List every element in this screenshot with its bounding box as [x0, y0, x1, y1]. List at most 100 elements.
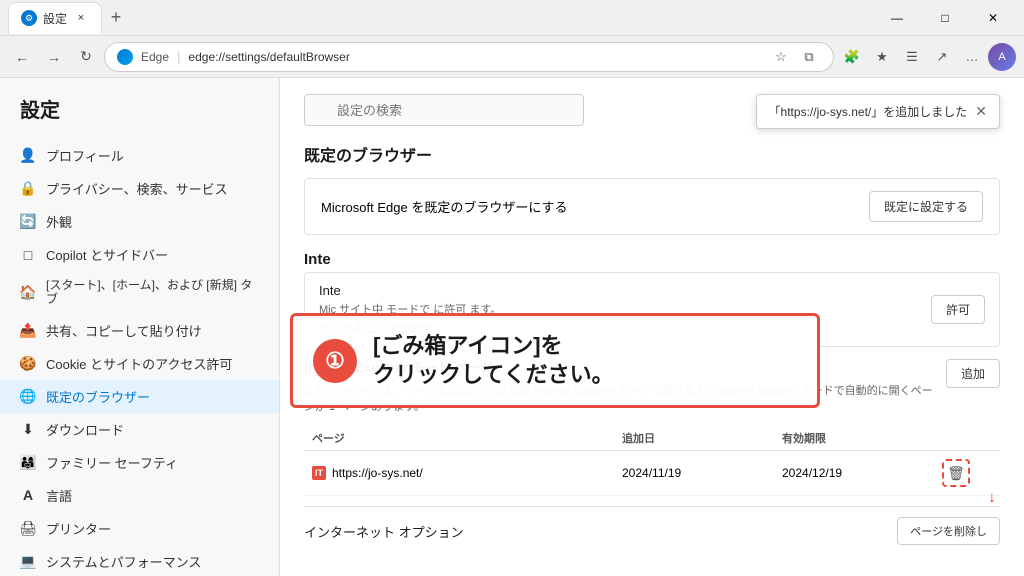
- sidebar-label-language: 言語: [46, 486, 72, 505]
- language-icon: A: [20, 487, 36, 503]
- start-icon: 🏠: [20, 284, 36, 300]
- sidebar-label-share: 共有、コピーして貼り付け: [46, 321, 202, 340]
- system-icon: 💻: [20, 553, 36, 569]
- sidebar-item-profile[interactable]: 👤 プロフィール: [0, 139, 279, 172]
- active-tab[interactable]: ⚙ 設定 ×: [8, 2, 102, 34]
- sidebar-item-privacy[interactable]: 🔒 プライバシー、検索、サービス: [0, 172, 279, 205]
- col-added: 追加日: [622, 430, 782, 446]
- cookies-icon: 🍪: [20, 355, 36, 371]
- ie-section-header: Inte: [304, 251, 1000, 268]
- sidebar-item-downloads[interactable]: ⬇ ダウンロード: [0, 413, 279, 446]
- main-layout: 設定 👤 プロフィール 🔒 プライバシー、検索、サービス 🔄 外観 □ Copi…: [0, 78, 1024, 576]
- tab-list: ⚙ 設定 × +: [8, 2, 874, 34]
- forward-button[interactable]: →: [40, 43, 68, 71]
- default-browser-card: Microsoft Edge を既定のブラウザーにする 既定に設定する: [304, 178, 1000, 235]
- delete-page-button[interactable]: 🗑: [942, 459, 970, 487]
- more-tools-icon[interactable]: …: [958, 43, 986, 71]
- default-browser-icon: 🌐: [20, 388, 36, 404]
- content-inner: 🔍 「https://jo-sys.net/」を追加しました ✕ 既定のブラウザ…: [280, 78, 1024, 571]
- sidebar-label-privacy: プライバシー、検索、サービス: [46, 179, 228, 198]
- split-screen-icon[interactable]: ⧉: [797, 45, 821, 69]
- toolbar-buttons: 🧩 ★ ☰ ↗ … A: [838, 43, 1016, 71]
- ie-mode-section: Inte Inte Mic サイト中 モードで に許可 ます。 また 込むことを…: [304, 251, 1000, 555]
- ie-page-desc: これらのページは、ページ追加日から 30 日間 Internet Explore…: [304, 382, 934, 414]
- address-text: edge://settings/defaultBrowser: [188, 50, 349, 64]
- ie-options-label: インターネット オプション: [304, 522, 464, 541]
- printer-icon: 🖨: [20, 520, 36, 536]
- ie-pages-section: Internet Explorer モード ページ これらのページは、ページ追加…: [304, 357, 1000, 496]
- arrow-indicator: ↓: [988, 489, 996, 507]
- share-icon[interactable]: ↗: [928, 43, 956, 71]
- sidebar-item-copilot[interactable]: □ Copilot とサイドバー: [0, 238, 279, 271]
- close-window-button[interactable]: ✕: [970, 2, 1016, 34]
- maximize-button[interactable]: □: [922, 2, 968, 34]
- ie-expiry-date: 2024/12/19: [782, 466, 942, 480]
- edge-label: Edge: [141, 50, 169, 64]
- copilot-icon: □: [20, 247, 36, 263]
- minimize-button[interactable]: —: [874, 2, 920, 34]
- titlebar: ⚙ 設定 × + — □ ✕: [0, 0, 1024, 36]
- toast-close-button[interactable]: ✕: [975, 103, 987, 120]
- settings-content: 🔍 「https://jo-sys.net/」を追加しました ✕ 既定のブラウザ…: [280, 78, 1024, 576]
- ie-row-desc: Mic サイト中 モードで に許可 ます。: [319, 301, 501, 317]
- sidebar-item-appearance[interactable]: 🔄 外観: [0, 205, 279, 238]
- ie-row-label: Inte: [319, 283, 501, 298]
- tab-settings-icon: ⚙: [21, 10, 37, 26]
- toast-notification: 「https://jo-sys.net/」を追加しました ✕: [756, 94, 1000, 129]
- collections-icon[interactable]: ☰: [898, 43, 926, 71]
- ie-table-header: ページ 追加日 有効期限: [304, 426, 1000, 451]
- delete-pages-button[interactable]: ページを削除し: [897, 517, 1000, 545]
- ie-row-desc2: また 込むことを選択で: [319, 320, 501, 336]
- section-title: 既定のブラウザー: [304, 142, 1000, 166]
- trash-container: 🗑 ↓: [942, 459, 992, 487]
- sidebar-item-language[interactable]: A 言語: [0, 479, 279, 512]
- downloads-icon: ⬇: [20, 421, 36, 437]
- sidebar-item-printer[interactable]: 🖨 プリンター: [0, 512, 279, 545]
- close-tab-button[interactable]: ×: [73, 10, 89, 26]
- sidebar-item-family[interactable]: 👨‍👩‍👧 ファミリー セーフティ: [0, 446, 279, 479]
- col-action: [942, 430, 992, 446]
- sidebar-item-share[interactable]: 📤 共有、コピーして貼り付け: [0, 314, 279, 347]
- search-wrapper: 🔍: [304, 94, 584, 126]
- profile-icon: 👤: [20, 148, 36, 164]
- sidebar-label-default-browser: 既定のブラウザー: [46, 387, 150, 406]
- address-separator: |: [177, 49, 180, 64]
- address-bar-input[interactable]: Edge | edge://settings/defaultBrowser ☆ …: [104, 42, 834, 72]
- ie-pages-info: Internet Explorer モード ページ これらのページは、ページ追加…: [304, 357, 934, 422]
- toast-text: 「https://jo-sys.net/」を追加しました: [769, 103, 968, 120]
- sidebar-item-default-browser[interactable]: 🌐 既定のブラウザー: [0, 380, 279, 413]
- sidebar-item-system[interactable]: 💻 システムとパフォーマンス: [0, 545, 279, 576]
- ie-allow-button[interactable]: 許可: [931, 295, 985, 324]
- new-tab-button[interactable]: +: [102, 4, 130, 32]
- sidebar-label-start: [スタート]、[ホーム]、および [新規] タブ: [46, 278, 259, 307]
- extensions-icon[interactable]: 🧩: [838, 43, 866, 71]
- col-page: ページ: [312, 430, 622, 446]
- ie-add-page-button[interactable]: 追加: [946, 359, 1000, 388]
- ie-options-row: インターネット オプション ページを削除し: [304, 506, 1000, 555]
- sidebar-label-downloads: ダウンロード: [46, 420, 124, 439]
- privacy-icon: 🔒: [20, 181, 36, 197]
- favorites-icon[interactable]: ★: [868, 43, 896, 71]
- default-browser-text: Microsoft Edge を既定のブラウザーにする: [321, 197, 567, 216]
- sidebar-label-printer: プリンター: [46, 519, 111, 538]
- back-button[interactable]: ←: [8, 43, 36, 71]
- sidebar-label-system: システムとパフォーマンス: [46, 552, 201, 571]
- ie-favicon: IT: [312, 466, 326, 480]
- ie-url-text: https://jo-sys.net/: [332, 466, 423, 480]
- table-row: IT https://jo-sys.net/ 2024/11/19 2024/1…: [304, 451, 1000, 496]
- appearance-icon: 🔄: [20, 214, 36, 230]
- refresh-button[interactable]: ↻: [72, 43, 100, 71]
- sidebar-label-cookies: Cookie とサイトのアクセス許可: [46, 354, 232, 373]
- sidebar-item-cookies[interactable]: 🍪 Cookie とサイトのアクセス許可: [0, 347, 279, 380]
- favorites-star-icon[interactable]: ☆: [769, 45, 793, 69]
- share-sidebar-icon: 📤: [20, 322, 36, 338]
- profile-avatar[interactable]: A: [988, 43, 1016, 71]
- family-icon: 👨‍👩‍👧: [20, 454, 36, 470]
- sidebar-title: 設定: [0, 94, 279, 139]
- set-default-browser-button[interactable]: 既定に設定する: [869, 191, 983, 222]
- sidebar-item-start[interactable]: 🏠 [スタート]、[ホーム]、および [新規] タブ: [0, 271, 279, 314]
- addressbar: ← → ↻ Edge | edge://settings/defaultBrow…: [0, 36, 1024, 78]
- settings-search-input[interactable]: [304, 94, 584, 126]
- settings-sidebar: 設定 👤 プロフィール 🔒 プライバシー、検索、サービス 🔄 外観 □ Copi…: [0, 78, 280, 576]
- sidebar-label-appearance: 外観: [46, 212, 72, 231]
